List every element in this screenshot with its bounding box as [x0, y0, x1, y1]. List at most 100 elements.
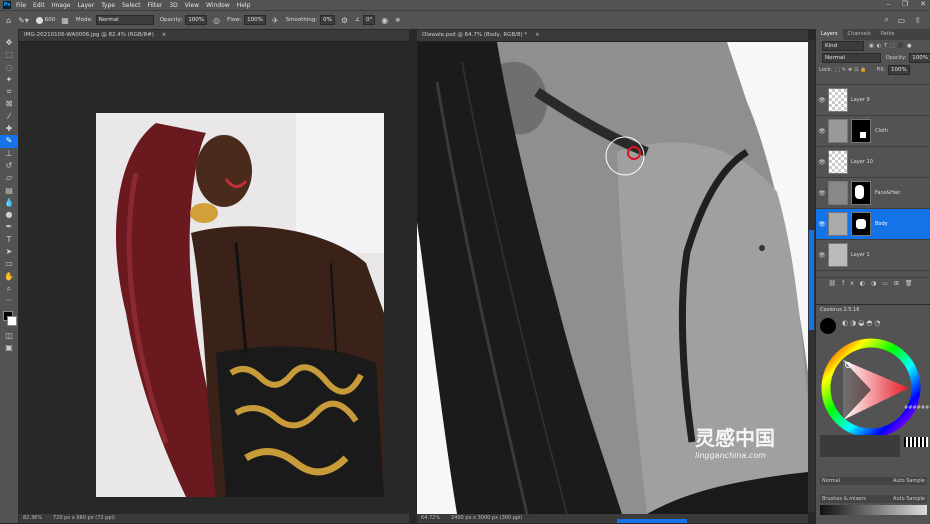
layers-footer-icons[interactable]: ⛓fx◐◑▭⊞🗑: [816, 277, 930, 289]
auto-sample-label[interactable]: Auto Sample: [893, 477, 925, 485]
angle-field[interactable]: 0°: [363, 15, 376, 25]
tab-channels[interactable]: Channels: [843, 29, 876, 40]
menu-help[interactable]: Help: [237, 2, 251, 9]
zoom-tool-icon[interactable]: ⌕: [0, 283, 18, 295]
canvas-scrollbar[interactable]: [808, 40, 815, 512]
auto-sample2-label[interactable]: Auto Sample: [893, 495, 925, 503]
layer-row[interactable]: 👁 Layer 9: [816, 85, 930, 116]
eye-icon[interactable]: 👁: [816, 221, 828, 228]
brush-tool-preset-icon[interactable]: ✎▾: [18, 16, 29, 25]
close-icon[interactable]: ✕: [920, 0, 926, 8]
pressure-opacity-icon[interactable]: ◎: [213, 16, 220, 25]
restore-icon[interactable]: ❐: [902, 0, 908, 8]
airbrush-icon[interactable]: ✈: [272, 16, 279, 25]
healing-tool-icon[interactable]: ✚: [0, 123, 18, 135]
mixer-blend-label[interactable]: Normal: [822, 477, 840, 485]
blend-mode-select[interactable]: Normal: [822, 53, 881, 63]
tab-layers[interactable]: Layers: [816, 29, 843, 40]
gradient-tool-icon[interactable]: ▤: [0, 185, 18, 197]
layer-opacity-field[interactable]: 100%: [909, 53, 930, 63]
menu-edit[interactable]: Edit: [33, 2, 45, 9]
search-icon[interactable]: ⌕: [885, 15, 889, 25]
dodge-tool-icon[interactable]: ●: [0, 209, 18, 221]
mixer-blend2-label[interactable]: Brushes & mixers: [822, 495, 866, 503]
canvas-left[interactable]: [19, 42, 409, 514]
filter-icons[interactable]: ▣◐T⬚⬛●: [869, 43, 914, 49]
frame-tool-icon[interactable]: ⊠: [0, 98, 18, 110]
workspace-icon[interactable]: ▭: [897, 16, 905, 25]
brush-size-picker[interactable]: 600: [35, 16, 55, 24]
quick-select-tool-icon[interactable]: ✦: [0, 74, 18, 86]
path-select-tool-icon[interactable]: ➤: [0, 246, 18, 258]
layer-row[interactable]: 👁 Layer 1: [816, 240, 930, 271]
menu-view[interactable]: View: [185, 2, 199, 9]
gradient-strip[interactable]: [820, 505, 927, 515]
layer-row[interactable]: 👁 Cloth: [816, 116, 930, 147]
coolorus-tool-icons[interactable]: ◐◑◒◓◔: [842, 319, 883, 327]
share-icon[interactable]: ⇪: [914, 16, 921, 25]
lock-icons[interactable]: ⬚✎✥⊡🔒: [835, 67, 869, 73]
home-icon[interactable]: ⌂: [6, 16, 11, 25]
menu-filter[interactable]: Filter: [148, 2, 163, 9]
menu-image[interactable]: Image: [52, 2, 71, 9]
layer-row[interactable]: 👁 Layer 10: [816, 147, 930, 178]
flow-field[interactable]: 100%: [244, 15, 266, 25]
layer-mask-thumbnail[interactable]: [851, 181, 871, 205]
more-tools-icon[interactable]: ···: [0, 295, 18, 307]
color-swatches[interactable]: [0, 308, 18, 330]
layer-row[interactable]: 👁 Face&Hair: [816, 178, 930, 209]
scrollbar-thumb[interactable]: [809, 230, 814, 330]
screen-mode-icon[interactable]: ▣: [0, 342, 18, 354]
tab-paths[interactable]: Paths: [876, 29, 900, 40]
history-brush-tool-icon[interactable]: ↺: [0, 160, 18, 172]
pen-tool-icon[interactable]: ✒: [0, 221, 18, 233]
menu-window[interactable]: Window: [206, 2, 230, 9]
eye-icon[interactable]: 👁: [816, 97, 828, 104]
minimize-icon[interactable]: –: [886, 0, 890, 8]
layer-mask-thumbnail[interactable]: [851, 119, 871, 143]
filter-kind-select[interactable]: Kind: [822, 41, 864, 51]
move-tool-icon[interactable]: ✥: [0, 37, 18, 49]
clone-stamp-tool-icon[interactable]: ⊥: [0, 148, 18, 160]
color-history[interactable]: [820, 435, 900, 457]
eraser-tool-icon[interactable]: ▱: [0, 172, 18, 184]
tab-right-document[interactable]: Olawale.psd @ 64.7% (Body, RGB/8) * ×: [417, 30, 808, 42]
eye-icon[interactable]: 👁: [816, 190, 828, 197]
eye-icon[interactable]: 👁: [816, 128, 828, 135]
zoom-level-right[interactable]: 64.72%: [421, 514, 451, 523]
tab-left-document[interactable]: IMG-20210106-WA0006.jpg @ 82.4% (RGB/8#)…: [19, 30, 409, 42]
layer-mask-thumbnail[interactable]: [851, 212, 871, 236]
menu-type[interactable]: Type: [101, 2, 115, 9]
symmetry-icon[interactable]: ⨳: [395, 15, 400, 25]
mode-select[interactable]: Normal: [95, 15, 154, 25]
lasso-tool-icon[interactable]: ◌: [0, 62, 18, 74]
hex-field[interactable]: ########: [904, 405, 930, 411]
canvas-right[interactable]: 灵感中国 lingganchina.com: [417, 42, 808, 514]
shape-tool-icon[interactable]: ▭: [0, 258, 18, 270]
brush-settings-icon[interactable]: ▦: [61, 16, 69, 25]
eye-icon[interactable]: 👁: [816, 252, 828, 259]
menu-file[interactable]: File: [16, 2, 26, 9]
smoothing-field[interactable]: 0%: [320, 15, 335, 25]
hand-tool-icon[interactable]: ✋: [0, 271, 18, 283]
current-color-swatch[interactable]: [820, 318, 836, 334]
quick-mask-icon[interactable]: ◫: [0, 330, 18, 342]
marquee-tool-icon[interactable]: ⬚: [0, 49, 18, 61]
blur-tool-icon[interactable]: 💧: [0, 197, 18, 209]
opacity-field[interactable]: 100%: [185, 15, 208, 25]
menu-select[interactable]: Select: [122, 2, 141, 9]
zoom-level-left[interactable]: 82.36%: [23, 514, 53, 523]
tab-close-icon[interactable]: ×: [162, 32, 167, 38]
tab-close-icon[interactable]: ×: [535, 32, 540, 38]
smoothing-settings-icon[interactable]: ⚙: [341, 16, 348, 25]
color-wheel[interactable]: [821, 338, 921, 438]
pressure-size-icon[interactable]: ◉: [381, 16, 388, 25]
menu-layer[interactable]: Layer: [77, 2, 94, 9]
crop-tool-icon[interactable]: ⌗: [0, 86, 18, 98]
type-tool-icon[interactable]: T: [0, 234, 18, 246]
layer-row-selected[interactable]: 👁 Body: [816, 209, 930, 240]
eye-icon[interactable]: 👁: [816, 159, 828, 166]
eyedropper-tool-icon[interactable]: ⁄: [0, 111, 18, 123]
menu-3d[interactable]: 3D: [169, 2, 177, 9]
brush-tool-icon[interactable]: ✎: [0, 135, 18, 148]
